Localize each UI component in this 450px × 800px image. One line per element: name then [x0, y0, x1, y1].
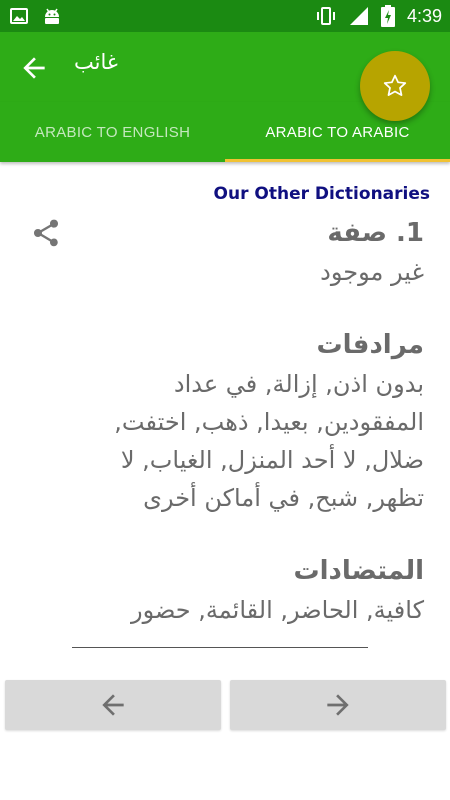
star-outline-icon	[383, 74, 407, 96]
favorite-button[interactable]	[360, 51, 430, 121]
entry-content: 1. صفة غير موجود مرادفات بدون اذن, إزالة…	[64, 213, 424, 629]
status-right-icons: 4:39	[315, 5, 442, 27]
entry-heading: 1. صفة	[327, 218, 424, 248]
divider	[72, 647, 368, 648]
previous-button[interactable]	[5, 680, 221, 730]
tab-arabic-to-english[interactable]: ARABIC TO ENGLISH	[0, 102, 225, 162]
arrow-right-icon	[327, 694, 349, 716]
antonyms-heading: المتضادات	[293, 556, 424, 586]
status-bar: 4:39	[0, 0, 450, 32]
arrow-left-icon	[102, 694, 124, 716]
tab-indicator	[225, 159, 450, 162]
share-icon	[34, 219, 58, 247]
next-button[interactable]	[230, 680, 446, 730]
share-button[interactable]	[30, 217, 62, 249]
battery-charging-icon	[380, 5, 395, 27]
vibrate-icon	[316, 7, 335, 25]
arrow-left-icon	[23, 57, 45, 79]
synonyms-heading: مرادفات	[316, 330, 424, 360]
synonyms-text: بدون اذن, إزالة, في عداد المفقودين, بعيد…	[114, 370, 424, 512]
android-icon	[45, 8, 59, 24]
antonyms-text: كافية, الحاضر, القائمة, حضور	[131, 596, 424, 624]
back-button[interactable]	[18, 52, 50, 84]
signal-icon	[349, 7, 368, 25]
image-icon	[10, 8, 28, 24]
other-dictionaries-link[interactable]: Our Other Dictionaries	[214, 184, 430, 204]
page-title: غائب	[74, 50, 118, 74]
status-time: 4:39	[406, 5, 442, 26]
entry-definition: غير موجود	[320, 258, 424, 286]
status-left-icons	[10, 7, 62, 25]
